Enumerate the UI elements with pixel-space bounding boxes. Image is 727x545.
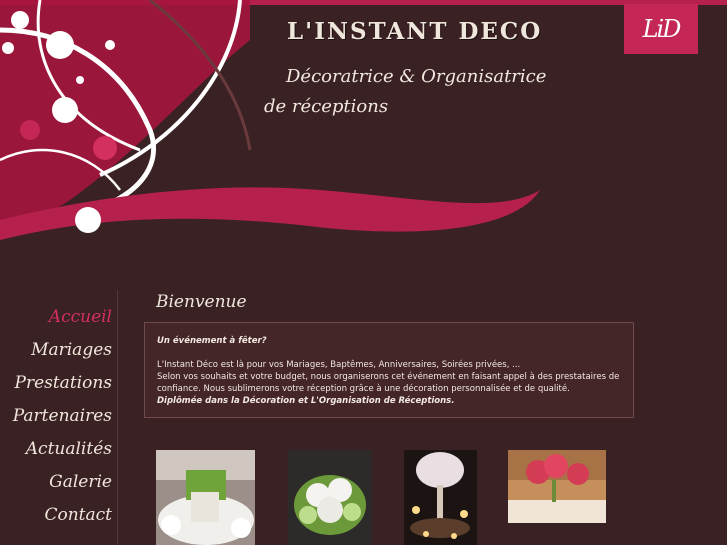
page-title: Bienvenue <box>156 292 247 312</box>
tagline-line2: de réceptions <box>264 96 389 117</box>
nav-divider <box>117 290 118 545</box>
intro-paragraph-3: Diplômée dans la Décoration et L'Organis… <box>157 396 455 406</box>
site-logo[interactable]: LiD <box>624 4 698 54</box>
nav-mariages[interactable]: Mariages <box>31 340 112 360</box>
logo-text: LiD <box>642 15 682 43</box>
welcome-content-box: Un événement à fêter? L'Instant Déco est… <box>144 322 634 418</box>
nav-prestations[interactable]: Prestations <box>15 373 113 393</box>
intro-heading: Un événement à fêter? <box>157 336 267 346</box>
nav-contact[interactable]: Contact <box>44 505 112 525</box>
gallery-thumbnail-3[interactable] <box>404 450 477 545</box>
gallery-thumbnail-1[interactable] <box>156 450 255 545</box>
nav-accueil[interactable]: Accueil <box>49 307 112 327</box>
intro-paragraph-2: Selon vos souhaits et votre budget, nous… <box>157 372 620 394</box>
gallery-thumbnail-4[interactable] <box>508 450 606 523</box>
intro-paragraph-1: L'Instant Déco est là pour vos Mariages,… <box>157 360 521 370</box>
tagline-line1: Décoratrice & Organisatrice <box>286 66 547 87</box>
nav-partenaires[interactable]: Partenaires <box>13 406 112 426</box>
nav-galerie[interactable]: Galerie <box>49 472 112 492</box>
nav-actualites[interactable]: Actualités <box>26 439 112 459</box>
site-title: L'INSTANT DECO <box>287 18 543 45</box>
gallery-thumbnail-2[interactable] <box>288 450 372 545</box>
